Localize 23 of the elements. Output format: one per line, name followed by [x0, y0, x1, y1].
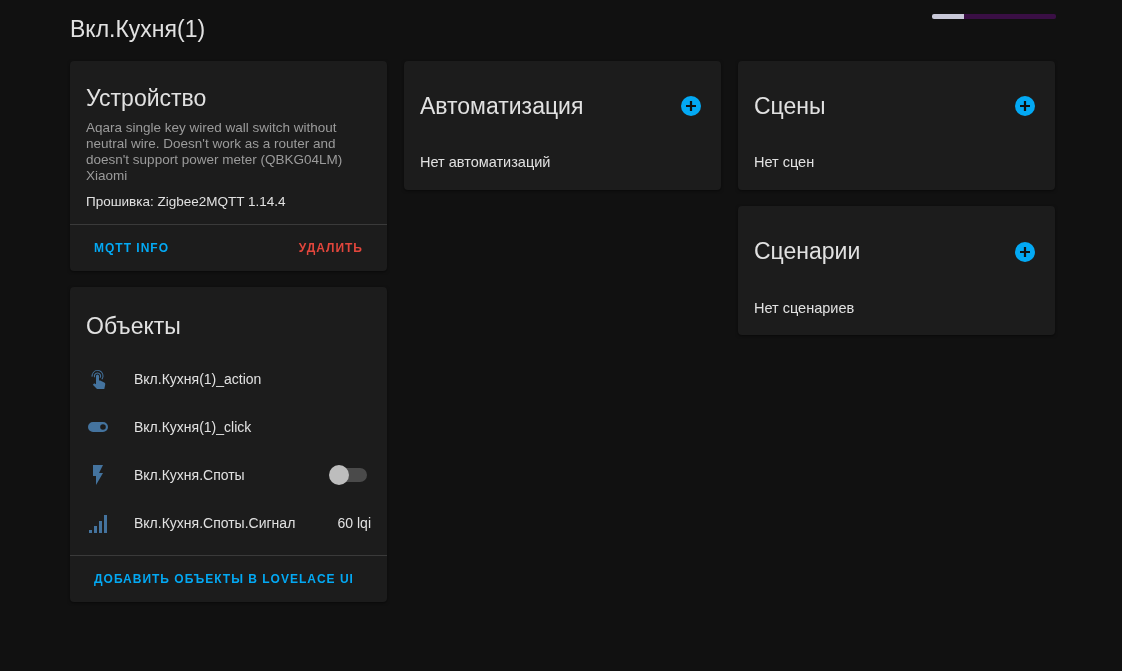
entity-name[interactable]: Вкл.Кухня(1)_action	[134, 368, 371, 390]
mqtt-info-button[interactable]: MQTT INFO	[78, 233, 185, 264]
delete-button[interactable]: УДАЛИТЬ	[282, 233, 379, 264]
add-icon[interactable]	[681, 96, 701, 117]
card-title: Объекты	[85, 312, 182, 342]
card-title: Автоматизация	[420, 92, 584, 121]
card-title: Сцены	[754, 92, 826, 121]
card-title: Сценарии	[754, 237, 861, 266]
device-description: Aqara single key wired wall switch without neutral wire. Doesn't work as a router and doesn't support power meter (QBKG04LM) Xiaomi	[86, 120, 344, 185]
firmware-text: Прошивка: Zigbee2MQTT 1.14.4	[86, 193, 287, 212]
toggle-switch[interactable]	[331, 468, 367, 483]
add-to-lovelace-button[interactable]: ДОБАВИТЬ ОБЪЕКТЫ В LOVELACE UI	[78, 564, 370, 595]
entity-value: 60 lqi	[337, 513, 371, 533]
entity-name[interactable]: Вкл.Кухня.Споты	[134, 464, 331, 486]
entity-name[interactable]: Вкл.Кухня(1)_click	[134, 416, 371, 438]
empty-text: Нет сценариев	[753, 298, 856, 318]
add-icon[interactable]	[1015, 241, 1035, 262]
add-icon[interactable]	[1015, 96, 1035, 117]
empty-text: Нет сцен	[753, 153, 816, 173]
card-title: Устройство	[86, 84, 208, 113]
empty-text: Нет автоматизаций	[419, 153, 552, 173]
entity-name[interactable]: Вкл.Кухня.Споты.Сигнал	[134, 512, 338, 534]
page-title: Вкл.Кухня(1)	[70, 16, 206, 44]
